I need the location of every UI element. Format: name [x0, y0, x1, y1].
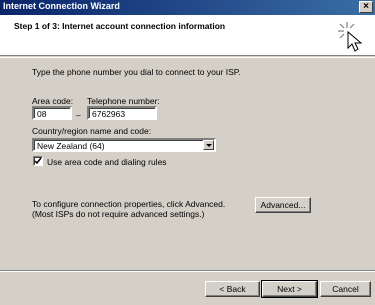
use-area-code-label: Use area code and dialing rules — [47, 157, 167, 167]
advanced-button[interactable]: Advanced... — [255, 197, 311, 213]
instructions-text: Type the phone number you dial to connec… — [32, 67, 241, 77]
advanced-info-line-2: (Most ISPs do not require advanced setti… — [32, 209, 205, 219]
country-select[interactable]: New Zealand (64) — [32, 138, 216, 152]
wizard-header: Step 1 of 3: Internet account connection… — [0, 15, 375, 56]
footer-divider-highlight — [0, 271, 375, 272]
chevron-down-icon[interactable] — [203, 140, 214, 150]
cancel-button[interactable]: Cancel — [320, 281, 371, 297]
header-divider — [0, 57, 375, 58]
telephone-label: Telephone number: — [87, 96, 160, 106]
use-area-code-checkbox[interactable] — [33, 156, 43, 166]
wizard-cursor-icon — [338, 22, 363, 52]
phone-separator: – — [76, 110, 81, 120]
area-code-input[interactable]: 08 — [32, 106, 72, 120]
next-button[interactable]: Next > — [261, 280, 318, 298]
area-code-label: Area code: — [32, 96, 74, 106]
close-button[interactable]: × — [359, 1, 373, 13]
country-label: Country/region name and code: — [32, 126, 152, 136]
window-title: Internet Connection Wizard — [3, 1, 120, 11]
back-button[interactable]: < Back — [205, 281, 260, 297]
checkmark-icon — [34, 157, 42, 165]
step-title: Step 1 of 3: Internet account connection… — [14, 21, 226, 31]
advanced-info-text: To configure connection properties, clic… — [32, 199, 225, 219]
country-value: New Zealand (64) — [37, 141, 105, 151]
title-bar: Internet Connection Wizard × — [0, 0, 375, 15]
telephone-input[interactable]: 6762963 — [87, 106, 157, 120]
advanced-info-line-1: To configure connection properties, clic… — [32, 199, 226, 209]
